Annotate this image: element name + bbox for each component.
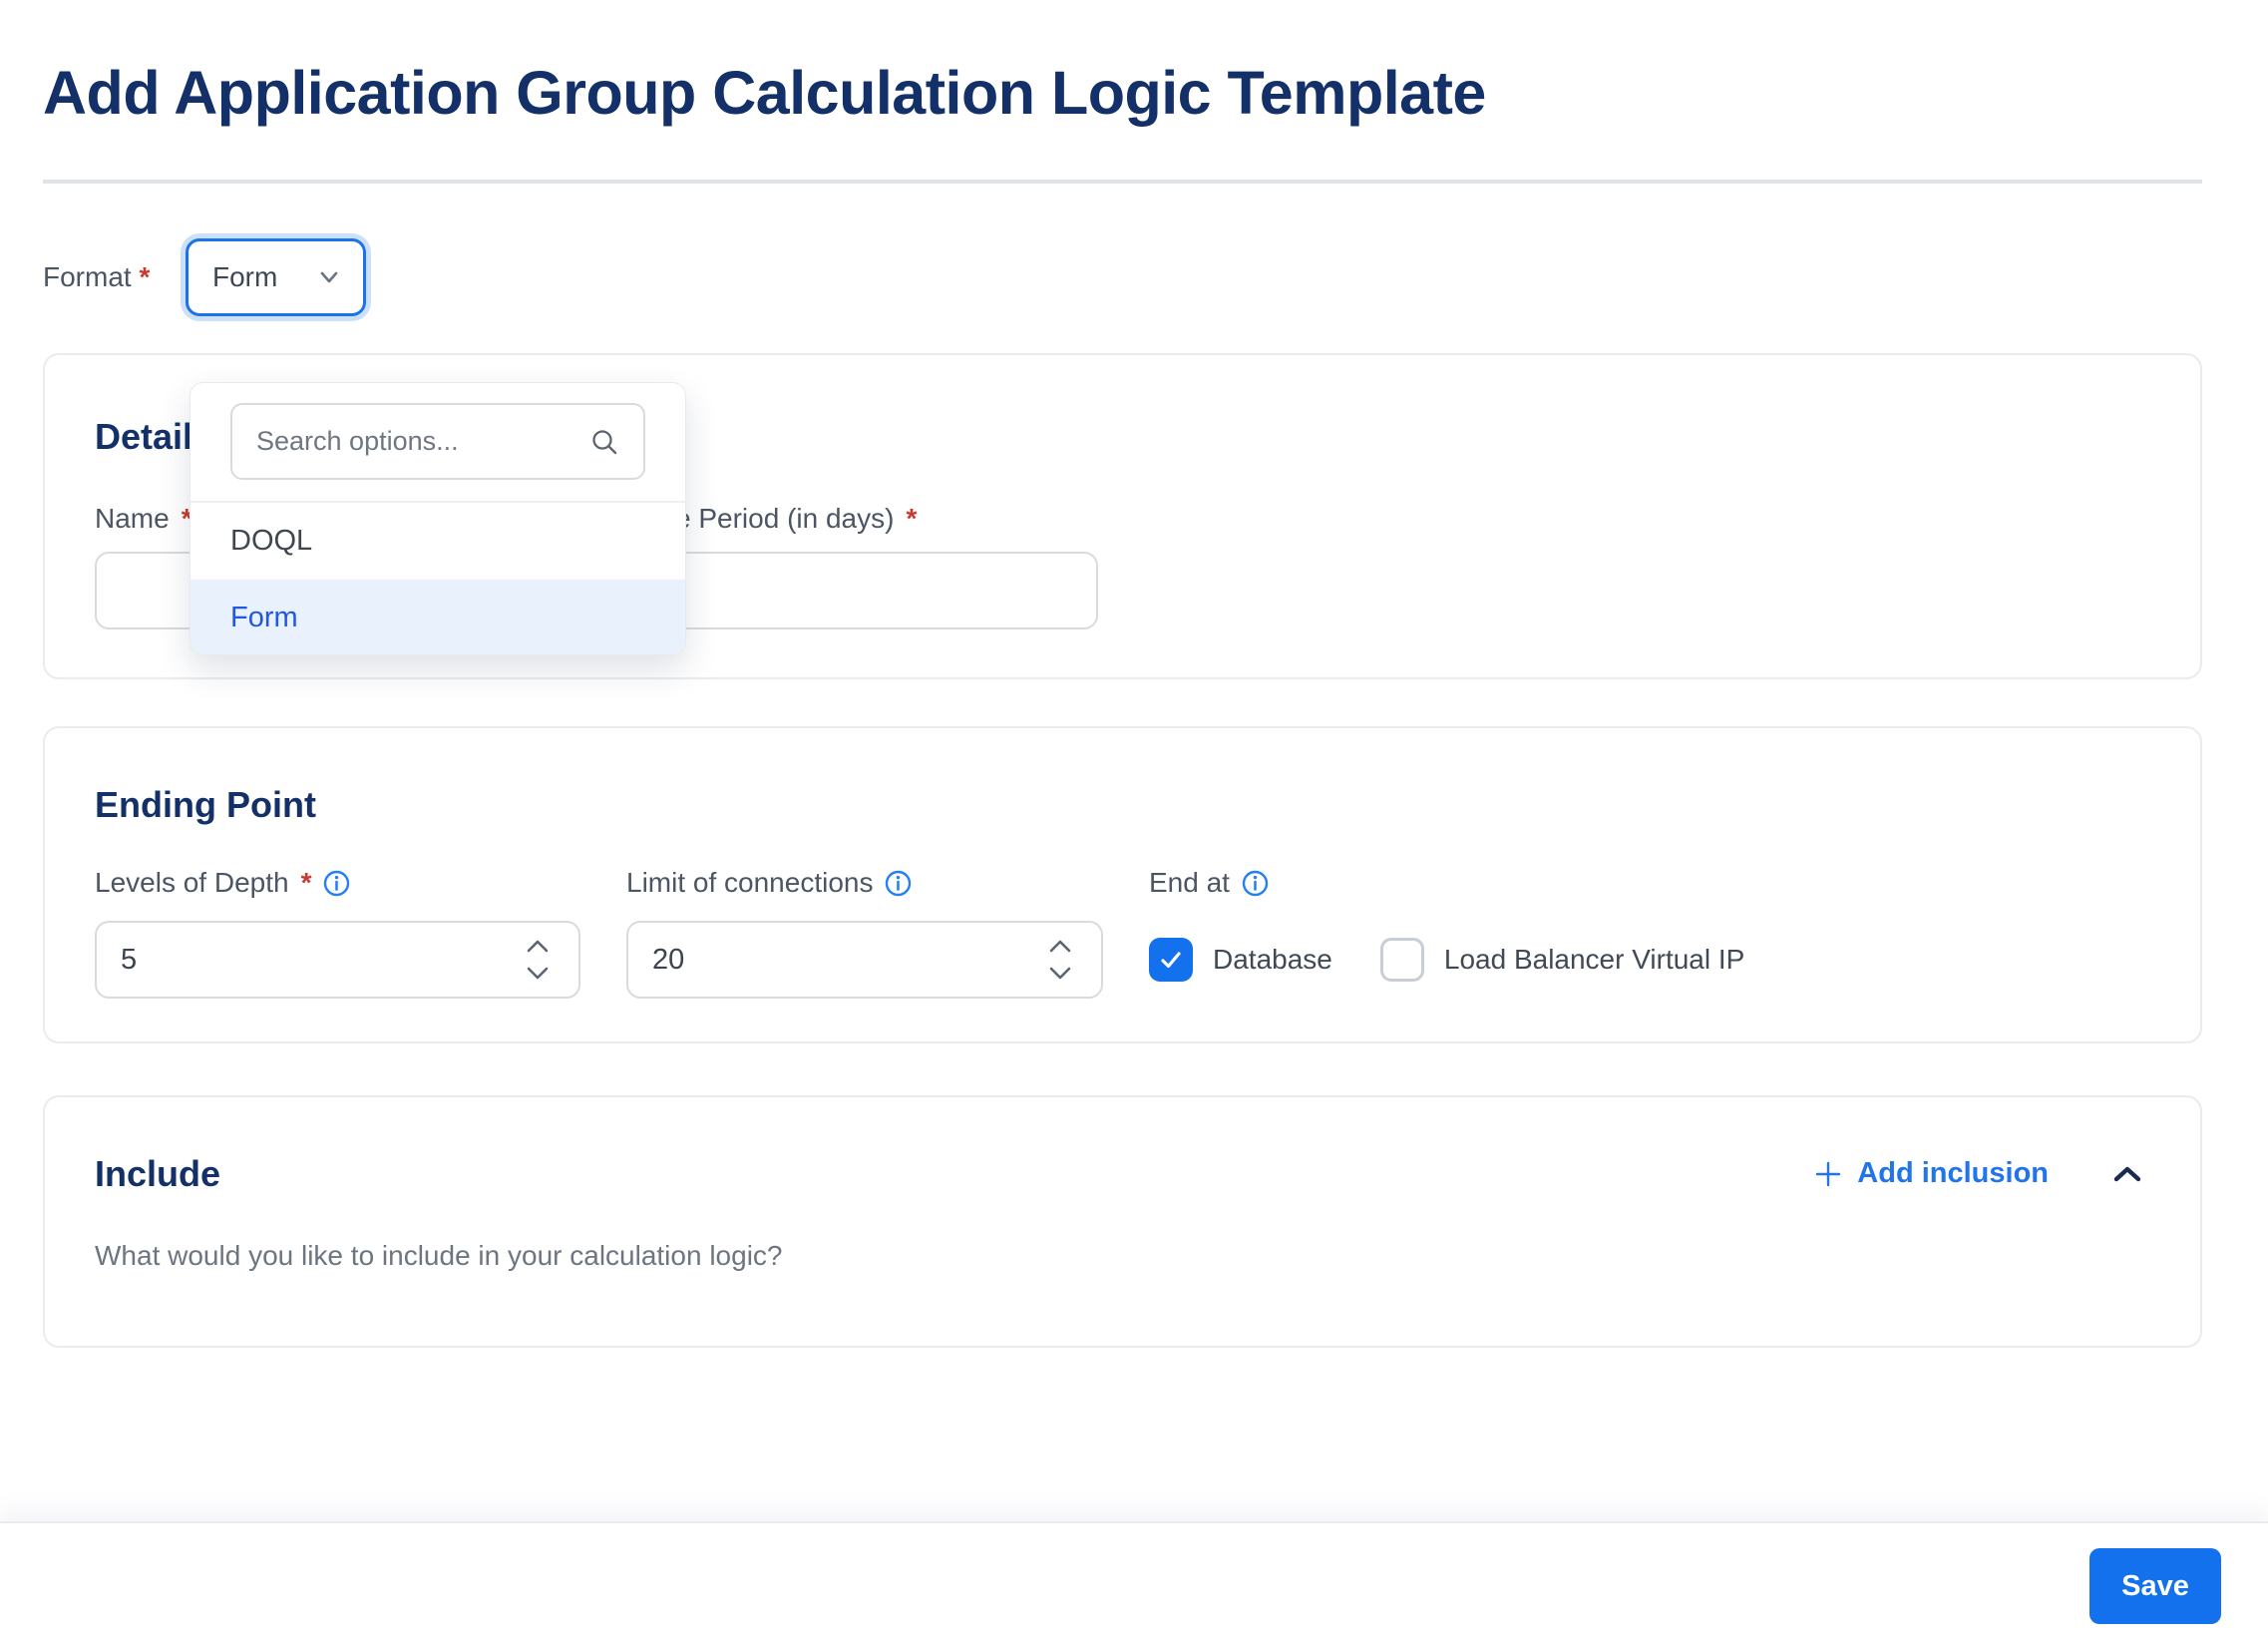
checkbox-database-label: Database — [1213, 944, 1332, 975]
info-icon[interactable] — [885, 870, 912, 897]
levels-of-depth-label: Levels of Depth * — [95, 866, 580, 900]
search-placeholder: Search options... — [256, 426, 459, 456]
ending-labels-row: Levels of Depth * Limit of connections E… — [95, 866, 2150, 900]
format-label-text: Format — [43, 261, 132, 292]
info-icon[interactable] — [323, 870, 350, 897]
levels-of-depth-label-text: Levels of Depth — [95, 867, 289, 898]
end-at-options: Database Load Balancer Virtual IP — [1149, 921, 2150, 999]
period-label: e Period (in days) * — [621, 502, 1098, 536]
checkbox-load-balancer-label: Load Balancer Virtual IP — [1443, 944, 1745, 975]
end-at-label-text: End at — [1149, 867, 1230, 898]
required-asterisk: * — [139, 261, 151, 292]
ending-point-card: Ending Point Levels of Depth * Limit of … — [43, 726, 2202, 1043]
page-title: Add Application Group Calculation Logic … — [43, 59, 1486, 127]
search-options-input[interactable]: Search options... — [230, 403, 645, 480]
end-at-label: End at — [1149, 866, 2150, 900]
plus-icon — [1816, 1161, 1841, 1186]
footer-bar: Save — [0, 1521, 2268, 1643]
levels-of-depth-stepper — [527, 923, 549, 997]
format-select[interactable]: Form — [186, 238, 366, 316]
required-asterisk: * — [300, 867, 312, 898]
ending-inputs-row: 5 20 Database Load Balancer Virtual IP — [95, 921, 2150, 999]
checkbox-load-balancer-virtual-ip[interactable]: Load Balancer Virtual IP — [1379, 938, 1745, 982]
add-inclusion-label: Add inclusion — [1857, 1157, 2049, 1189]
format-field-row: Format * Form — [43, 238, 2268, 316]
limit-of-connections-label-text: Limit of connections — [626, 867, 874, 898]
info-icon[interactable] — [1242, 870, 1269, 897]
limit-of-connections-input[interactable]: 20 — [626, 921, 1103, 999]
levels-of-depth-input[interactable]: 5 — [95, 921, 580, 999]
limit-of-connections-stepper — [1049, 923, 1071, 997]
format-select-value: Form — [212, 261, 278, 292]
chevron-up-icon[interactable] — [2112, 1164, 2142, 1184]
include-card: Include Add inclusion What would you lik… — [43, 1095, 2202, 1348]
stepper-up-icon[interactable] — [527, 940, 549, 953]
dropdown-option-doql[interactable]: DOQL — [190, 503, 685, 580]
name-label-text: Name — [95, 503, 170, 534]
checkbox-checked-icon[interactable] — [1149, 938, 1193, 982]
stepper-down-icon[interactable] — [527, 967, 549, 980]
include-description: What would you like to include in your c… — [95, 1240, 783, 1271]
required-asterisk: * — [906, 503, 918, 534]
format-label: Format * — [43, 261, 162, 293]
add-inclusion-button[interactable]: Add inclusion — [1813, 1157, 2049, 1190]
chevron-down-icon — [315, 263, 343, 291]
levels-of-depth-value: 5 — [121, 943, 138, 976]
search-icon — [592, 429, 617, 454]
period-input[interactable]: 30 — [621, 552, 1098, 629]
ending-point-heading: Ending Point — [95, 784, 316, 825]
include-header: Include Add inclusion — [95, 1152, 2150, 1195]
limit-of-connections-value: 20 — [652, 943, 685, 976]
dropdown-option-form[interactable]: Form — [190, 580, 685, 654]
title-divider — [43, 180, 2202, 184]
stepper-down-icon[interactable] — [1049, 967, 1071, 980]
dropdown-search-area: Search options... — [190, 383, 685, 503]
format-dropdown-panel: Search options... DOQL Form — [189, 382, 686, 655]
include-actions: Add inclusion — [1813, 1157, 2142, 1190]
period-label-text: e Period (in days) — [675, 503, 895, 534]
checkbox-unchecked-icon[interactable] — [1379, 938, 1424, 982]
limit-of-connections-label: Limit of connections — [626, 866, 1103, 900]
checkbox-database[interactable]: Database — [1149, 938, 1332, 982]
include-heading: Include — [95, 1153, 221, 1194]
stepper-up-icon[interactable] — [1049, 940, 1071, 953]
save-button[interactable]: Save — [2089, 1548, 2221, 1624]
